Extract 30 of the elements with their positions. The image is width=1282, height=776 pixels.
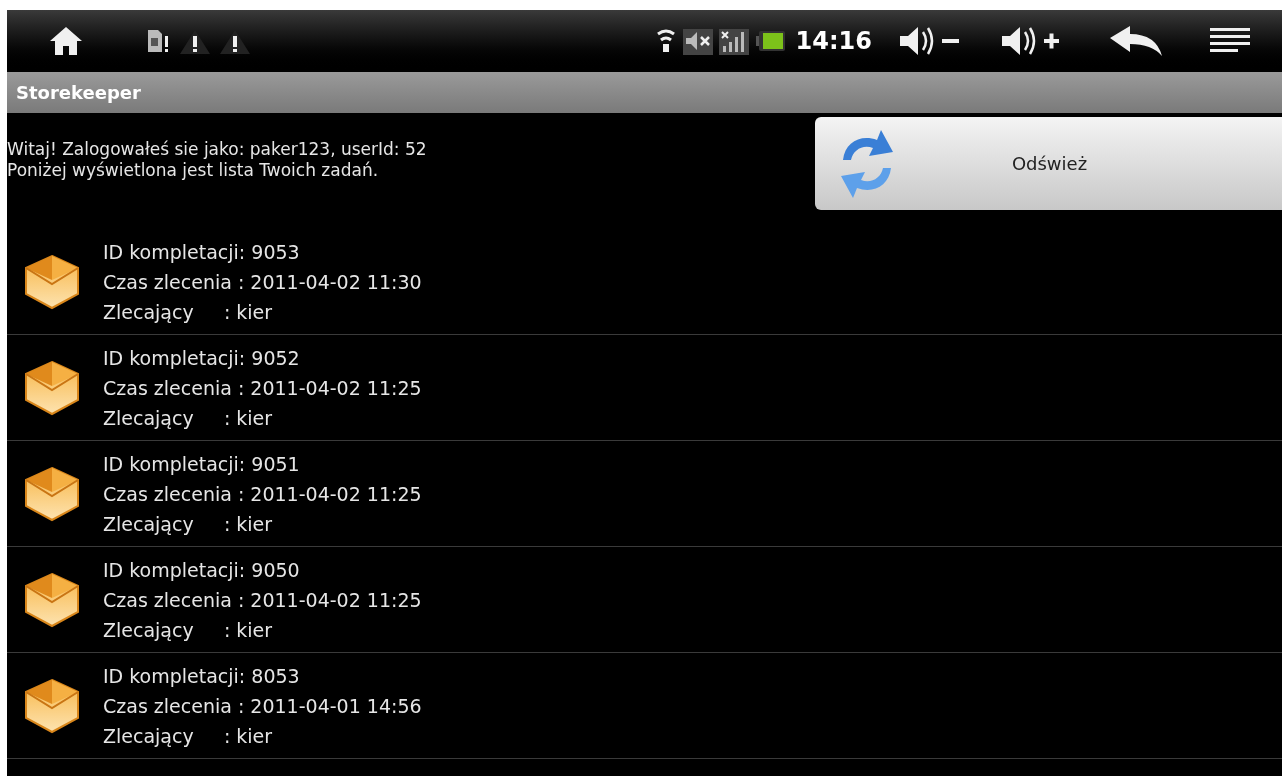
clock-time: 14:16	[795, 26, 872, 57]
welcome-text: Poniżej wyświetlona jest lista Twoich zadań.	[7, 160, 380, 181]
box-icon	[22, 571, 82, 628]
task-time: Czas zlecenia : 2011-04-02 11:25	[103, 481, 422, 507]
app-title: Storekeeper	[16, 81, 141, 105]
task-requester: Zlecający : kier	[103, 617, 274, 643]
task-time: Czas zlecenia : 2011-04-01 14:56	[103, 693, 422, 719]
task-id: ID kompletacji: 8053	[103, 663, 301, 689]
task-requester: Zlecający : kier	[103, 723, 274, 749]
mute-icon	[681, 26, 714, 56]
box-icon	[22, 359, 82, 416]
task-time: Czas zlecenia : 2011-04-02 11:25	[103, 375, 422, 401]
box-icon	[22, 677, 82, 734]
task-id: ID kompletacji: 9051	[103, 451, 301, 477]
box-icon	[22, 465, 82, 522]
home-icon[interactable]	[48, 25, 84, 57]
task-time: Czas zlecenia : 2011-04-02 11:25	[103, 587, 422, 613]
no-signal-icon	[717, 26, 750, 56]
task-time: Czas zlecenia : 2011-04-02 11:30	[103, 269, 422, 295]
task-id: ID kompletacji: 9050	[103, 557, 301, 583]
task-id: ID kompletacji: 9052	[103, 345, 301, 371]
task-requester: Zlecający : kier	[103, 511, 274, 537]
welcome-text: Witaj! Zalogowałeś sie jako: paker123, userId: 52	[7, 139, 428, 160]
box-icon	[22, 253, 82, 310]
task-requester: Zlecający : kier	[103, 405, 274, 431]
task-requester: Zlecający : kier	[103, 299, 274, 325]
task-id: ID kompletacji: 9053	[103, 239, 301, 265]
battery-icon	[755, 28, 786, 54]
refresh-button[interactable]: Odśwież	[815, 117, 1282, 210]
volume-down-icon[interactable]	[898, 24, 962, 58]
